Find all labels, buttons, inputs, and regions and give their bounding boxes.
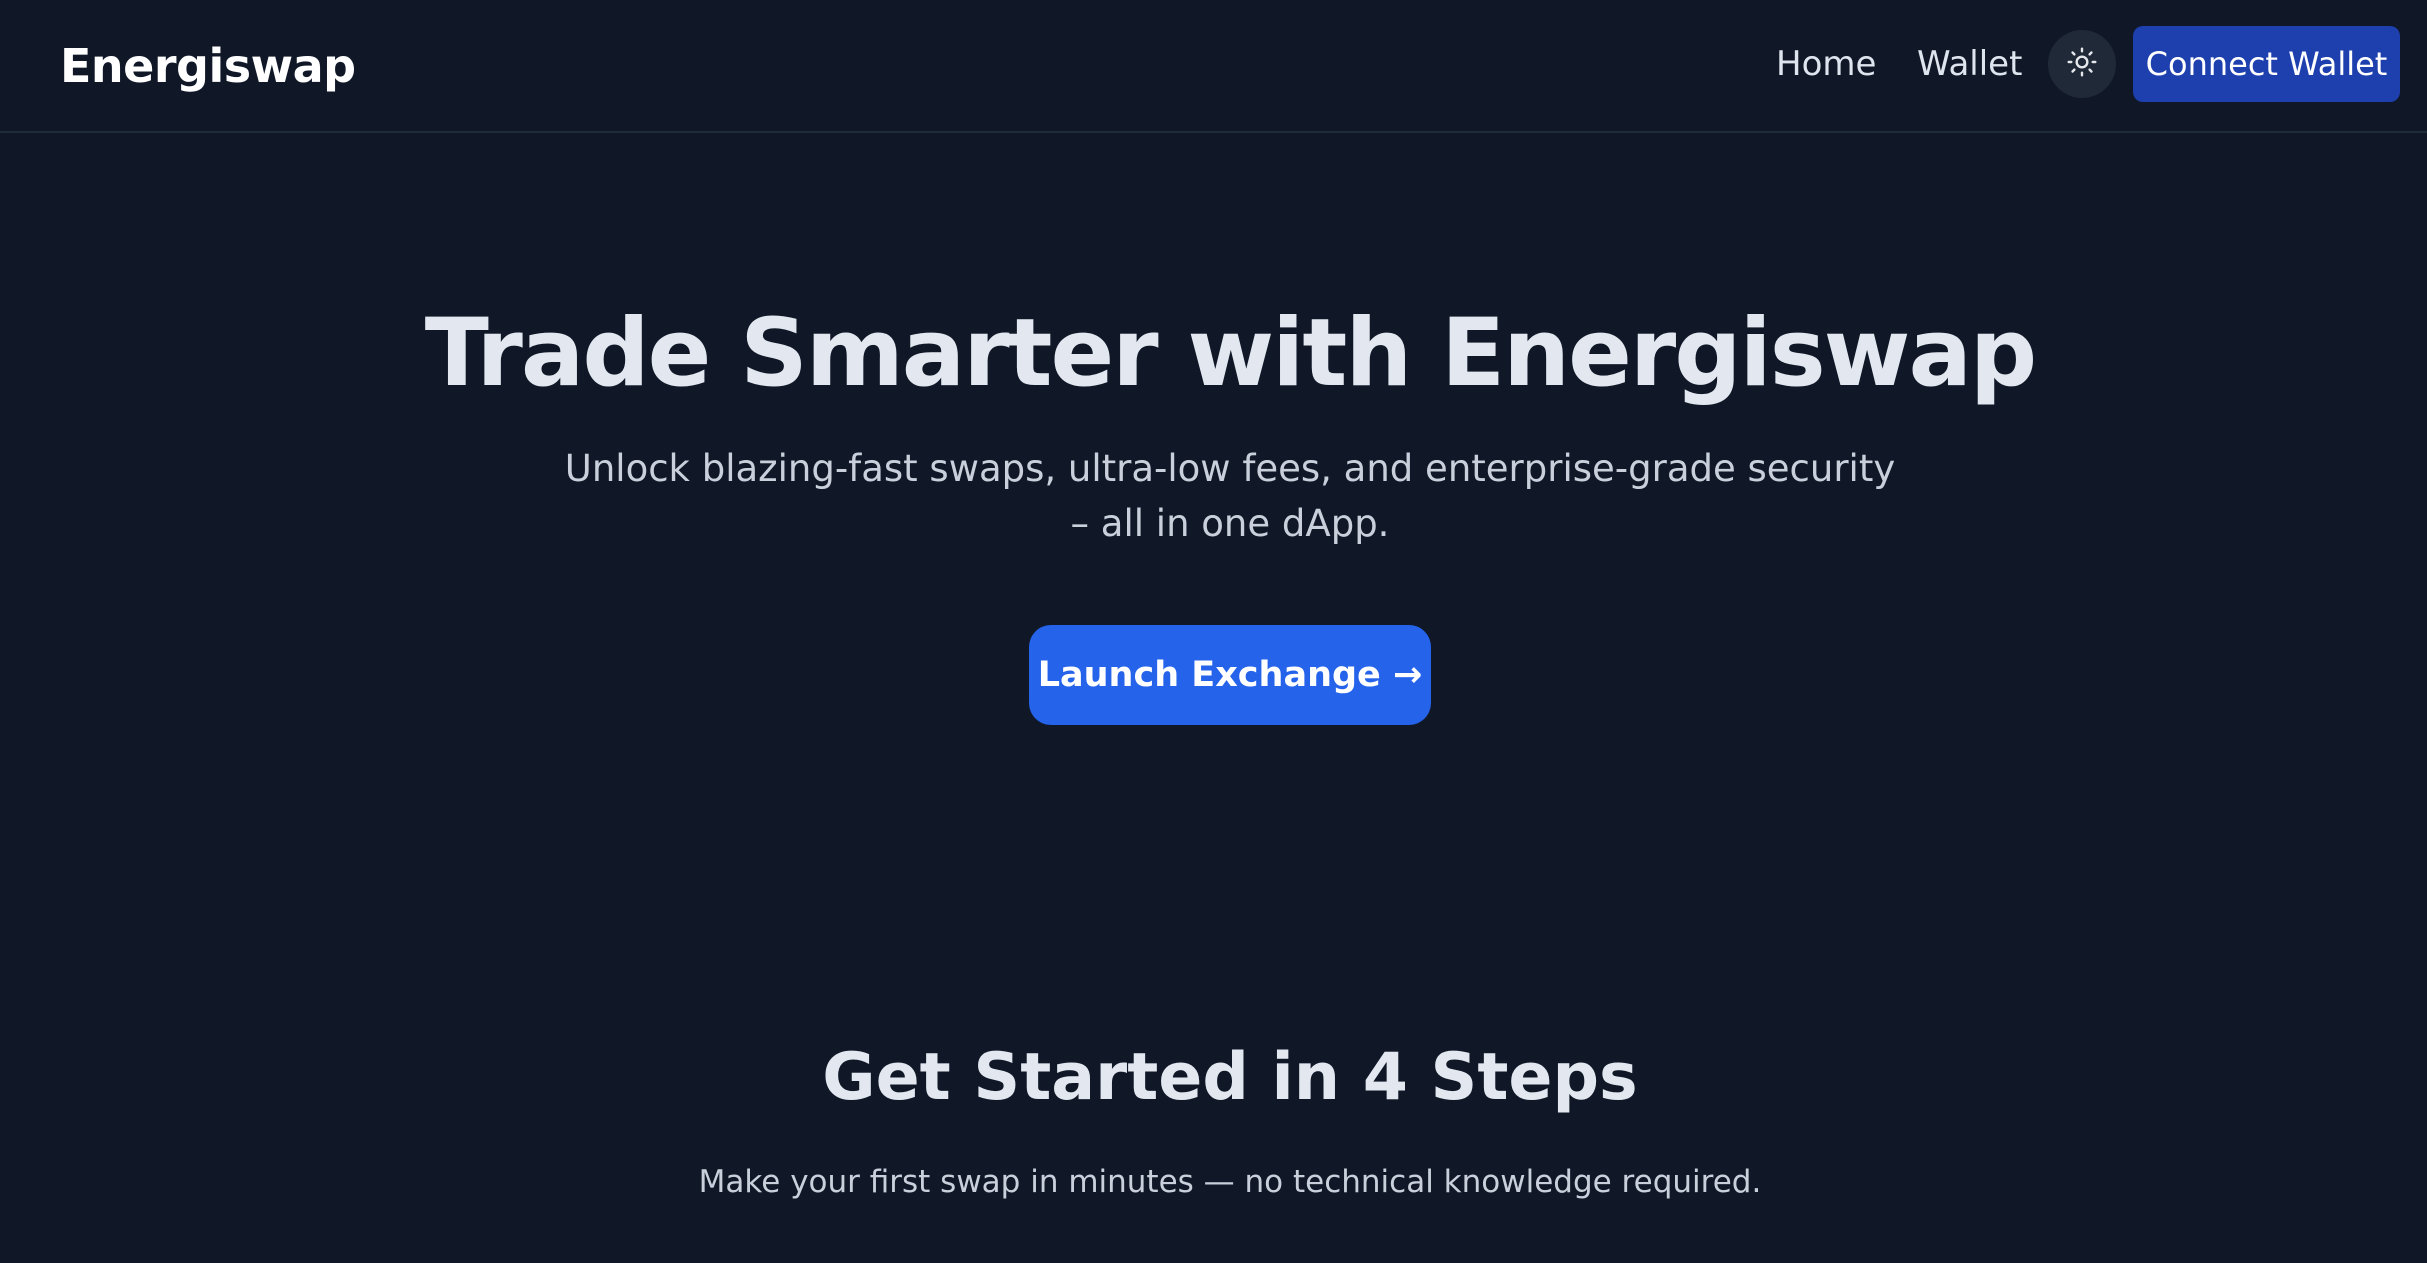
landing-page: Energiswap Home Wallet Connect Wallet Tr…: [0, 0, 2427, 1263]
nav-link-wallet[interactable]: Wallet: [1917, 39, 2022, 89]
sun-icon: [2066, 46, 2098, 82]
top-navbar: Energiswap Home Wallet Connect Wallet: [0, 0, 2427, 133]
brand-logo[interactable]: Energiswap: [60, 38, 356, 94]
launch-exchange-button[interactable]: Launch Exchange →: [1029, 625, 1431, 725]
hero-title: Trade Smarter with Energiswap: [424, 299, 2037, 408]
connect-wallet-button[interactable]: Connect Wallet: [2133, 26, 2400, 102]
hero-subtitle: Unlock blazing-fast swaps, ultra-low fee…: [564, 447, 1896, 545]
steps-section-title: Get Started in 4 Steps: [822, 1040, 1638, 1115]
nav-link-home[interactable]: Home: [1776, 39, 1876, 89]
theme-toggle-button[interactable]: [2048, 30, 2116, 98]
steps-section-subtitle: Make your first swap in minutes — no tec…: [698, 1164, 1762, 1200]
